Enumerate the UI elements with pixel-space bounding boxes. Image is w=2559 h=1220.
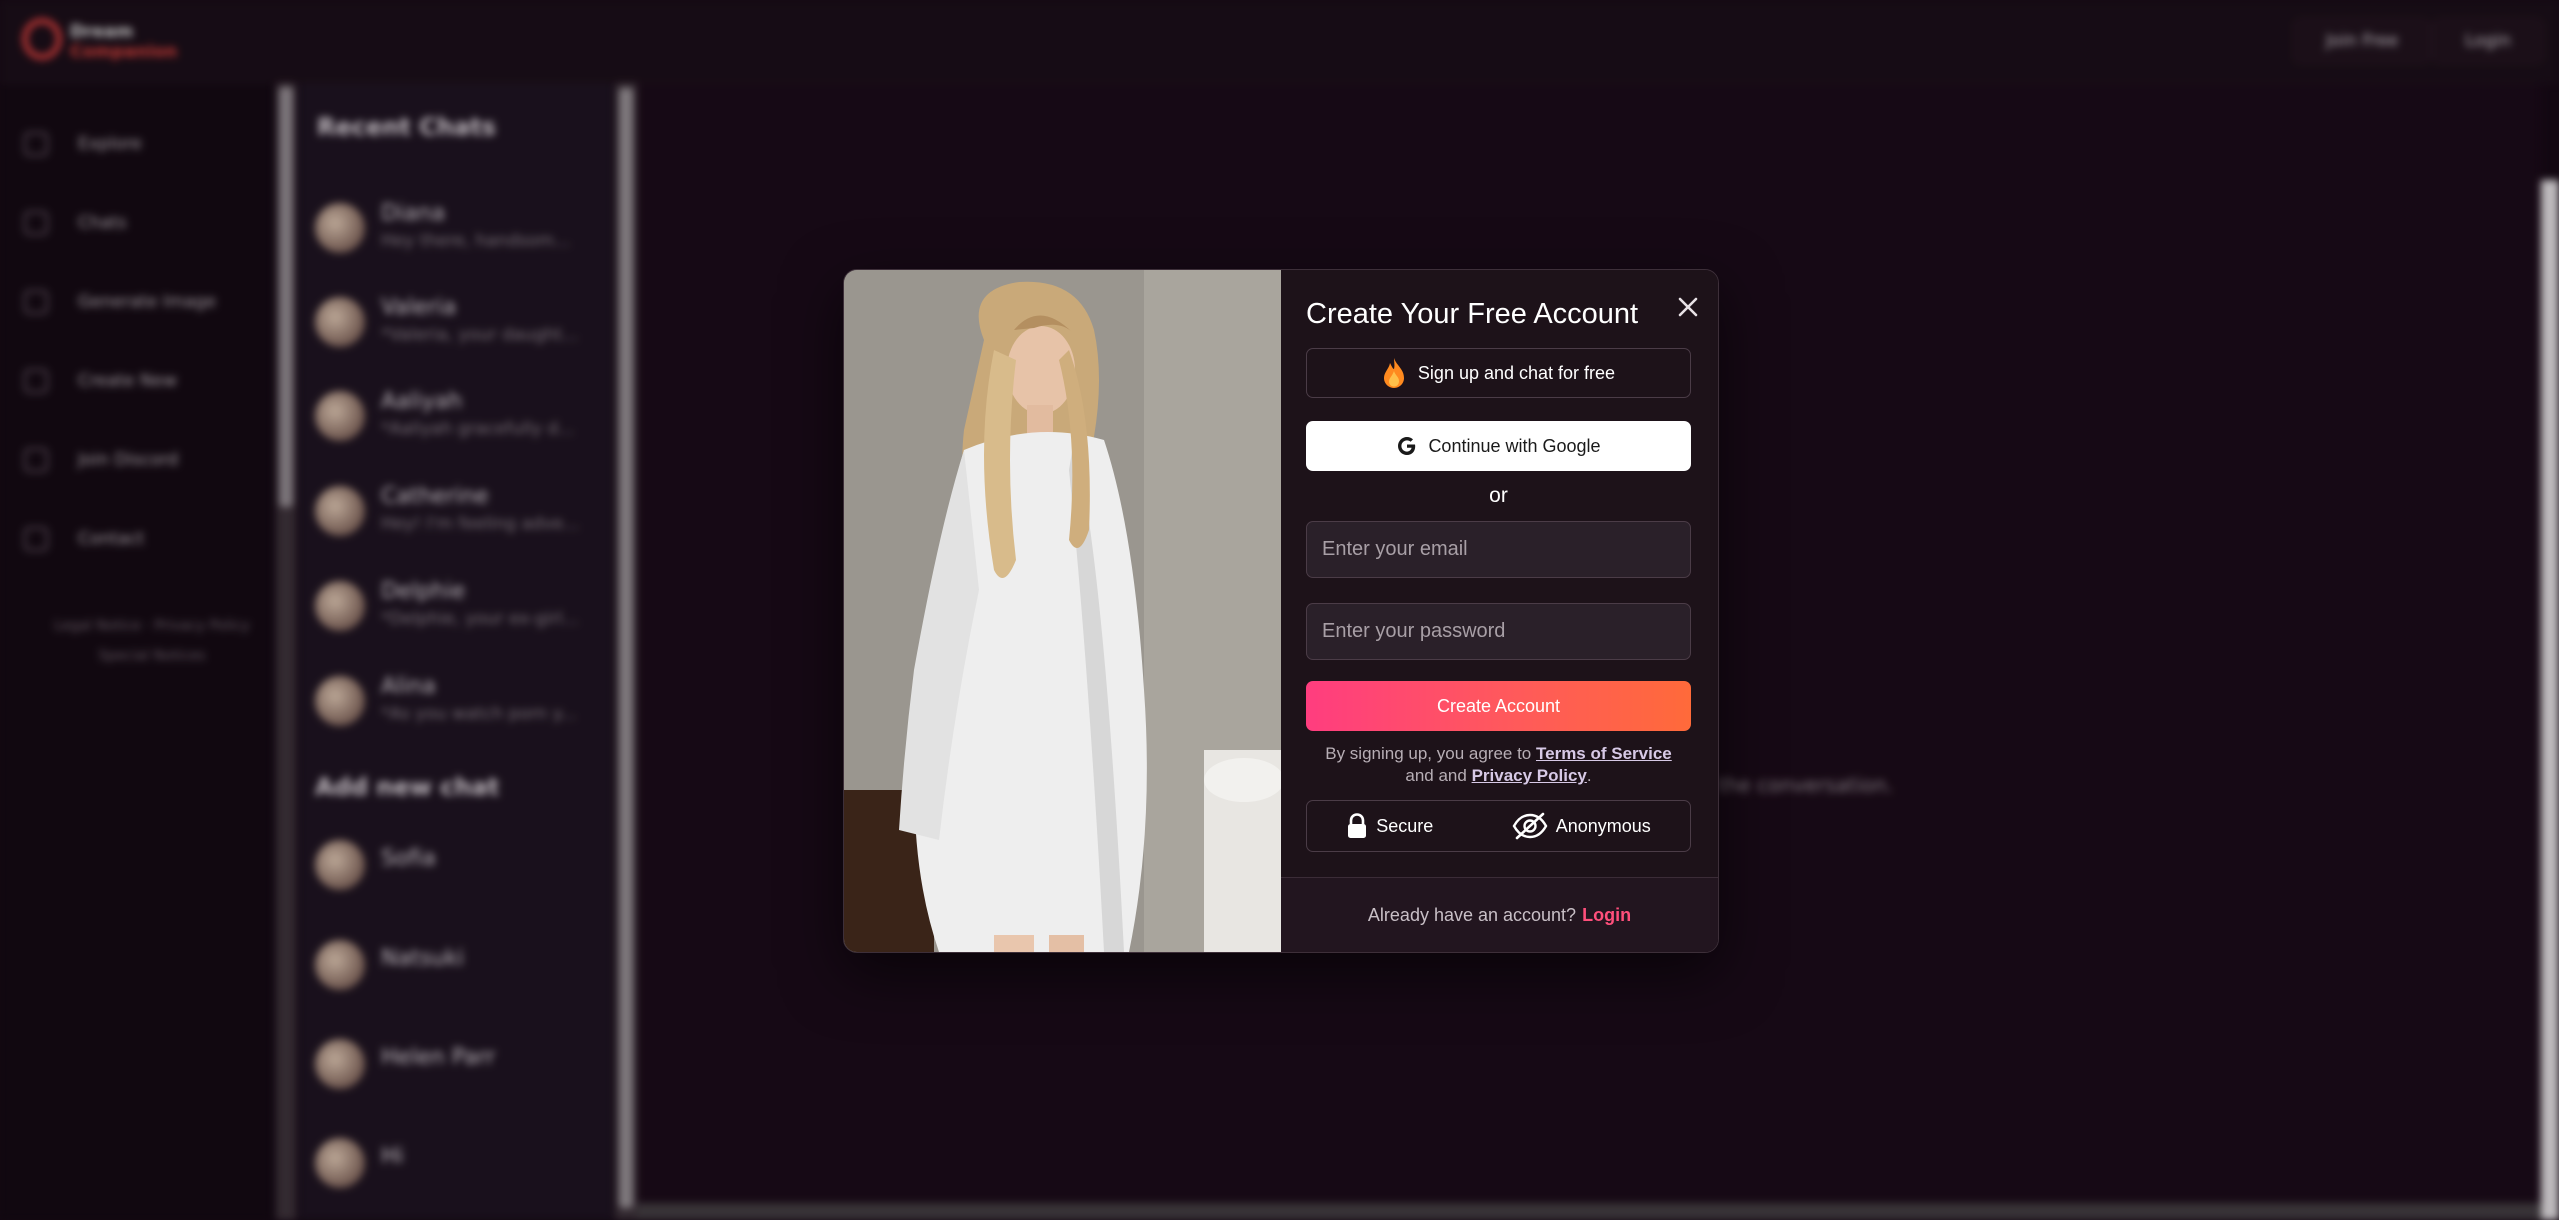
terms-mid: and and <box>1405 766 1467 785</box>
secure-badge: Secure <box>1346 813 1433 839</box>
terms-of-service-link[interactable]: Terms of Service <box>1536 744 1672 763</box>
have-account-text: Already have an account? <box>1367 905 1577 925</box>
or-divider: or <box>1489 484 1508 507</box>
anonymous-badge: Anonymous <box>1512 811 1651 841</box>
terms-text: By signing up, you agree to Terms of Ser… <box>1306 743 1691 787</box>
login-link[interactable]: Login <box>1582 905 1631 926</box>
password-field[interactable] <box>1306 603 1691 660</box>
privacy-policy-link[interactable]: Privacy Policy <box>1472 766 1587 785</box>
eye-off-icon <box>1512 812 1548 840</box>
create-account-button[interactable]: Create Account <box>1306 681 1691 731</box>
signup-modal: Create Your Free Account Sign up and cha… <box>843 269 1719 953</box>
google-icon <box>1398 437 1416 455</box>
email-field[interactable] <box>1306 521 1691 578</box>
trust-badges: Secure Anonymous <box>1306 800 1691 852</box>
modal-title: Create Your Free Account <box>1306 298 1639 330</box>
modal-footer: Already have an account? Login <box>1281 877 1718 952</box>
secure-label: Secure <box>1376 815 1434 836</box>
lock-icon <box>1348 813 1367 838</box>
signup-free-label: Sign up and chat for free <box>1417 362 1616 383</box>
anonymous-label: Anonymous <box>1555 815 1651 836</box>
terms-prefix: By signing up, you agree to <box>1325 744 1532 763</box>
signup-free-button[interactable]: Sign up and chat for free <box>1306 348 1691 398</box>
continue-with-google-button[interactable]: Continue with Google <box>1306 421 1691 471</box>
google-label: Continue with Google <box>1428 435 1601 456</box>
close-icon[interactable] <box>1671 290 1705 324</box>
terms-end: . <box>1586 766 1592 785</box>
character-photo <box>844 270 1281 952</box>
signup-panel: Create Your Free Account Sign up and cha… <box>1281 270 1718 952</box>
flame-icon <box>1383 358 1404 388</box>
